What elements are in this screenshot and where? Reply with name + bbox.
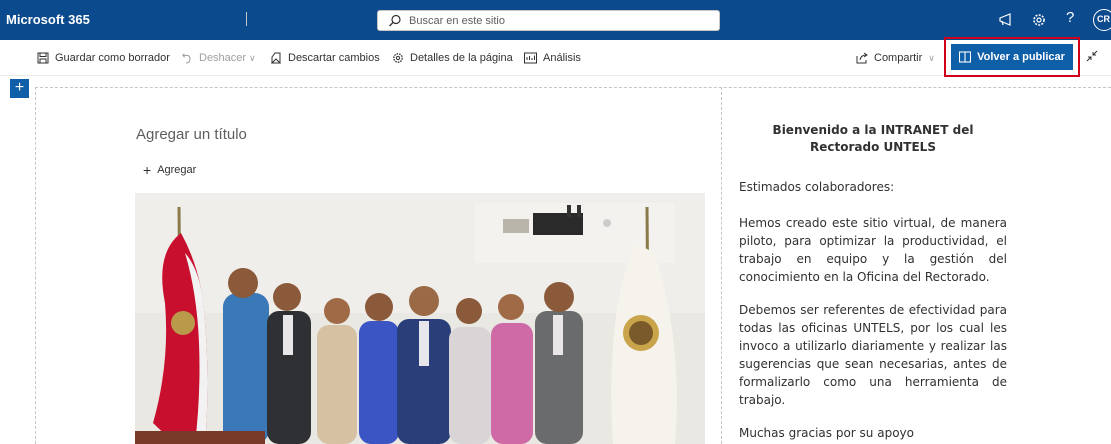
analytics-icon xyxy=(524,52,537,64)
search-icon xyxy=(389,14,401,27)
share-button[interactable]: Compartir ∨ xyxy=(856,40,935,76)
chevron-down-icon: ∨ xyxy=(249,52,256,63)
share-label: Compartir xyxy=(874,52,923,64)
paragraph-1: Hemos creado este sitio virtual, de mane… xyxy=(739,216,1007,284)
site-search-box[interactable]: Buscar en este sitio xyxy=(377,10,720,31)
collapse-icon[interactable] xyxy=(1086,50,1098,62)
discard-changes-button[interactable]: Descartar cambios xyxy=(270,40,380,76)
republish-button[interactable]: Volver a publicar xyxy=(951,44,1073,70)
book-icon xyxy=(959,51,972,63)
save-draft-label: Guardar como borrador xyxy=(55,52,170,64)
section-top-border xyxy=(35,87,1111,88)
thanks-text: Muchas gracias por su apoyo xyxy=(739,426,914,440)
page-title-placeholder[interactable]: Agregar un título xyxy=(136,126,247,143)
search-placeholder: Buscar en este sitio xyxy=(409,15,505,27)
save-icon xyxy=(37,52,49,64)
share-icon xyxy=(856,52,868,64)
group-photo[interactable] xyxy=(135,193,705,444)
avatar[interactable]: CR xyxy=(1093,9,1111,31)
suite-bar: Microsoft 365 Buscar en este sitio ? CR xyxy=(0,0,1111,40)
help-icon[interactable]: ? xyxy=(1066,9,1074,26)
undo-separator xyxy=(246,12,247,26)
section-left-border xyxy=(35,87,36,444)
add-section-button[interactable]: + xyxy=(10,79,29,98)
paragraph-2: Debemos ser referentes de efectividad pa… xyxy=(739,303,1007,407)
gear-icon[interactable] xyxy=(1029,10,1049,30)
greeting-text: Estimados colaboradores: xyxy=(739,180,895,194)
page-details-label: Detalles de la página xyxy=(410,52,513,64)
page-details-button[interactable]: Detalles de la página xyxy=(392,40,513,76)
chevron-down-icon: ∨ xyxy=(928,52,935,63)
add-webpart-label: Agregar xyxy=(157,164,197,176)
discard-icon xyxy=(270,52,282,64)
gear-icon xyxy=(393,53,403,63)
analytics-label: Análisis xyxy=(543,52,581,64)
undo-button[interactable]: Deshacer xyxy=(181,40,246,76)
add-webpart-button[interactable]: + Agregar xyxy=(143,162,196,178)
republish-label: Volver a publicar xyxy=(977,51,1065,63)
save-draft-button[interactable]: Guardar como borrador xyxy=(37,40,170,76)
undo-label: Deshacer xyxy=(199,52,247,64)
discard-label: Descartar cambios xyxy=(288,52,380,64)
undo-icon xyxy=(182,53,191,64)
column-divider xyxy=(721,87,722,444)
megaphone-icon[interactable] xyxy=(996,10,1016,30)
welcome-heading: Bienvenido a la INTRANET del Rectorado U… xyxy=(772,123,974,154)
plus-icon: + xyxy=(143,162,152,178)
undo-dropdown[interactable]: ∨ xyxy=(249,40,256,76)
app-brand[interactable]: Microsoft 365 xyxy=(6,12,90,27)
analytics-button[interactable]: Análisis xyxy=(524,40,581,76)
